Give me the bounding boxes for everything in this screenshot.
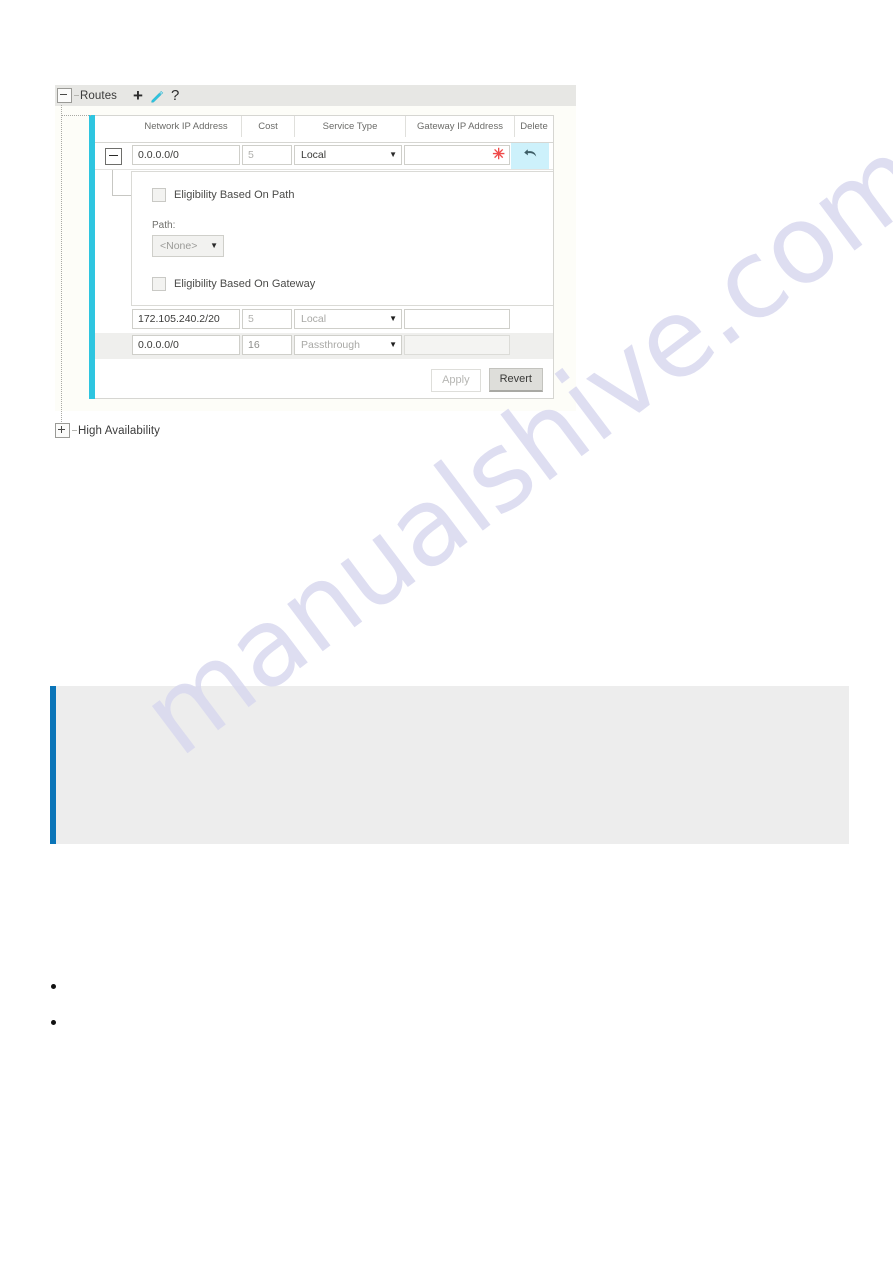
cost-input[interactable]: 16 xyxy=(242,335,292,355)
routes-actions: Apply Revert xyxy=(95,359,553,398)
eligibility-path-label: Eligibility Based On Path xyxy=(174,189,295,201)
row-expander-cell xyxy=(95,143,131,169)
table-row: 0.0.0.0/0 5 Local ▼ ✳ xyxy=(95,143,553,169)
cell-delete[interactable] xyxy=(511,333,549,359)
routes-table: Network IP Address Cost Service Type Gat… xyxy=(95,115,554,399)
question-mark-icon[interactable]: ? xyxy=(171,88,179,103)
high-availability-node[interactable]: High Availability xyxy=(55,423,160,438)
route-detail-row: Eligibility Based On Path Path: <None> ▼… xyxy=(95,169,553,307)
routes-table-header: Network IP Address Cost Service Type Gat… xyxy=(95,116,553,143)
detail-gutter xyxy=(95,170,131,307)
header-cost: Cost xyxy=(241,116,294,137)
required-asterisk-icon: ✳ xyxy=(492,146,505,163)
undo-arrow-icon[interactable] xyxy=(523,147,538,165)
service-type-select[interactable]: Passthrough ▼ xyxy=(294,335,402,355)
add-route-icon[interactable]: + xyxy=(133,87,143,104)
cell-gateway-ip xyxy=(403,307,511,333)
route-detail-panel: Eligibility Based On Path Path: <None> ▼… xyxy=(131,171,553,306)
table-row: 0.0.0.0/0 16 Passthrough ▼ xyxy=(95,333,553,359)
cell-network-ip: 0.0.0.0/0 xyxy=(131,143,241,169)
path-select-value: <None> xyxy=(160,240,198,252)
tree-branch-line xyxy=(61,115,91,117)
gateway-ip-input[interactable]: ✳ xyxy=(404,145,510,165)
row-expander-cell xyxy=(95,333,131,359)
routes-panel-body: Network IP Address Cost Service Type Gat… xyxy=(55,106,576,411)
routes-title: Routes xyxy=(80,89,118,102)
bullet-list xyxy=(48,975,828,1047)
collapse-routes-icon[interactable] xyxy=(57,88,72,103)
high-availability-label: High Availability xyxy=(78,424,161,437)
note-callout-text xyxy=(56,686,849,710)
tree-rail-line xyxy=(61,105,63,422)
cell-gateway-ip xyxy=(403,333,511,359)
header-service-type: Service Type xyxy=(294,116,405,137)
service-type-select[interactable]: Local ▼ xyxy=(294,145,402,165)
chevron-down-icon: ▼ xyxy=(210,241,218,250)
tree-stub-horizontal xyxy=(112,195,131,197)
network-ip-input[interactable]: 0.0.0.0/0 xyxy=(132,335,240,355)
service-type-select[interactable]: Local ▼ xyxy=(294,309,402,329)
cell-network-ip: 172.105.240.2/20 xyxy=(131,307,241,333)
row-expander-cell xyxy=(95,307,131,333)
cell-cost: 5 xyxy=(241,143,293,169)
path-select[interactable]: <None> ▼ xyxy=(152,235,224,257)
eligibility-path-row[interactable]: Eligibility Based On Path xyxy=(152,188,553,202)
routes-table-wrapper: Network IP Address Cost Service Type Gat… xyxy=(89,115,554,399)
cell-cost: 5 xyxy=(241,307,293,333)
chevron-down-icon: ▼ xyxy=(389,314,397,323)
apply-button[interactable]: Apply xyxy=(431,368,481,392)
cost-input[interactable]: 5 xyxy=(242,309,292,329)
path-field-label: Path: xyxy=(152,220,176,231)
header-gateway-ip: Gateway IP Address xyxy=(405,116,514,137)
tree-connector-dash xyxy=(74,95,79,96)
tree-connector-dash xyxy=(72,430,77,431)
list-item xyxy=(48,975,828,1011)
gateway-ip-input[interactable] xyxy=(404,335,510,355)
pencil-icon[interactable] xyxy=(150,89,164,103)
revert-button[interactable]: Revert xyxy=(488,368,543,392)
tree-stub-vertical xyxy=(112,170,114,196)
chevron-down-icon: ▼ xyxy=(389,150,397,159)
header-delete: Delete xyxy=(514,116,553,137)
collapse-row-icon[interactable] xyxy=(104,147,122,165)
routes-panel-header: Routes + ? xyxy=(55,85,576,106)
routes-panel: Routes + ? Network IP Address Cost Servi… xyxy=(55,85,576,422)
eligibility-path-checkbox[interactable] xyxy=(152,188,166,202)
service-type-value: Passthrough xyxy=(301,339,360,351)
table-row: 172.105.240.2/20 5 Local ▼ xyxy=(95,307,553,333)
service-type-value: Local xyxy=(301,313,327,325)
network-ip-input[interactable]: 172.105.240.2/20 xyxy=(132,309,240,329)
cell-service-type: Local ▼ xyxy=(293,143,403,169)
cell-network-ip: 0.0.0.0/0 xyxy=(131,333,241,359)
cell-gateway-ip: ✳ xyxy=(403,143,511,169)
cell-service-type: Passthrough ▼ xyxy=(293,333,403,359)
eligibility-gateway-label: Eligibility Based On Gateway xyxy=(174,278,316,290)
routes-toolbar: + ? xyxy=(133,87,179,104)
cost-input[interactable]: 5 xyxy=(242,145,292,165)
gateway-ip-input[interactable] xyxy=(404,309,510,329)
header-spacer xyxy=(95,116,131,142)
eligibility-gateway-checkbox[interactable] xyxy=(152,277,166,291)
list-item xyxy=(48,1011,828,1047)
note-callout xyxy=(50,686,849,844)
expand-high-availability-icon[interactable] xyxy=(55,423,70,438)
network-ip-input[interactable]: 0.0.0.0/0 xyxy=(132,145,240,165)
eligibility-gateway-row[interactable]: Eligibility Based On Gateway xyxy=(152,277,553,291)
chevron-down-icon: ▼ xyxy=(389,340,397,349)
cell-cost: 16 xyxy=(241,333,293,359)
cell-delete[interactable] xyxy=(511,143,549,169)
cell-service-type: Local ▼ xyxy=(293,307,403,333)
cell-delete[interactable] xyxy=(511,307,549,333)
service-type-value: Local xyxy=(301,149,327,161)
header-network-ip: Network IP Address xyxy=(144,121,228,132)
